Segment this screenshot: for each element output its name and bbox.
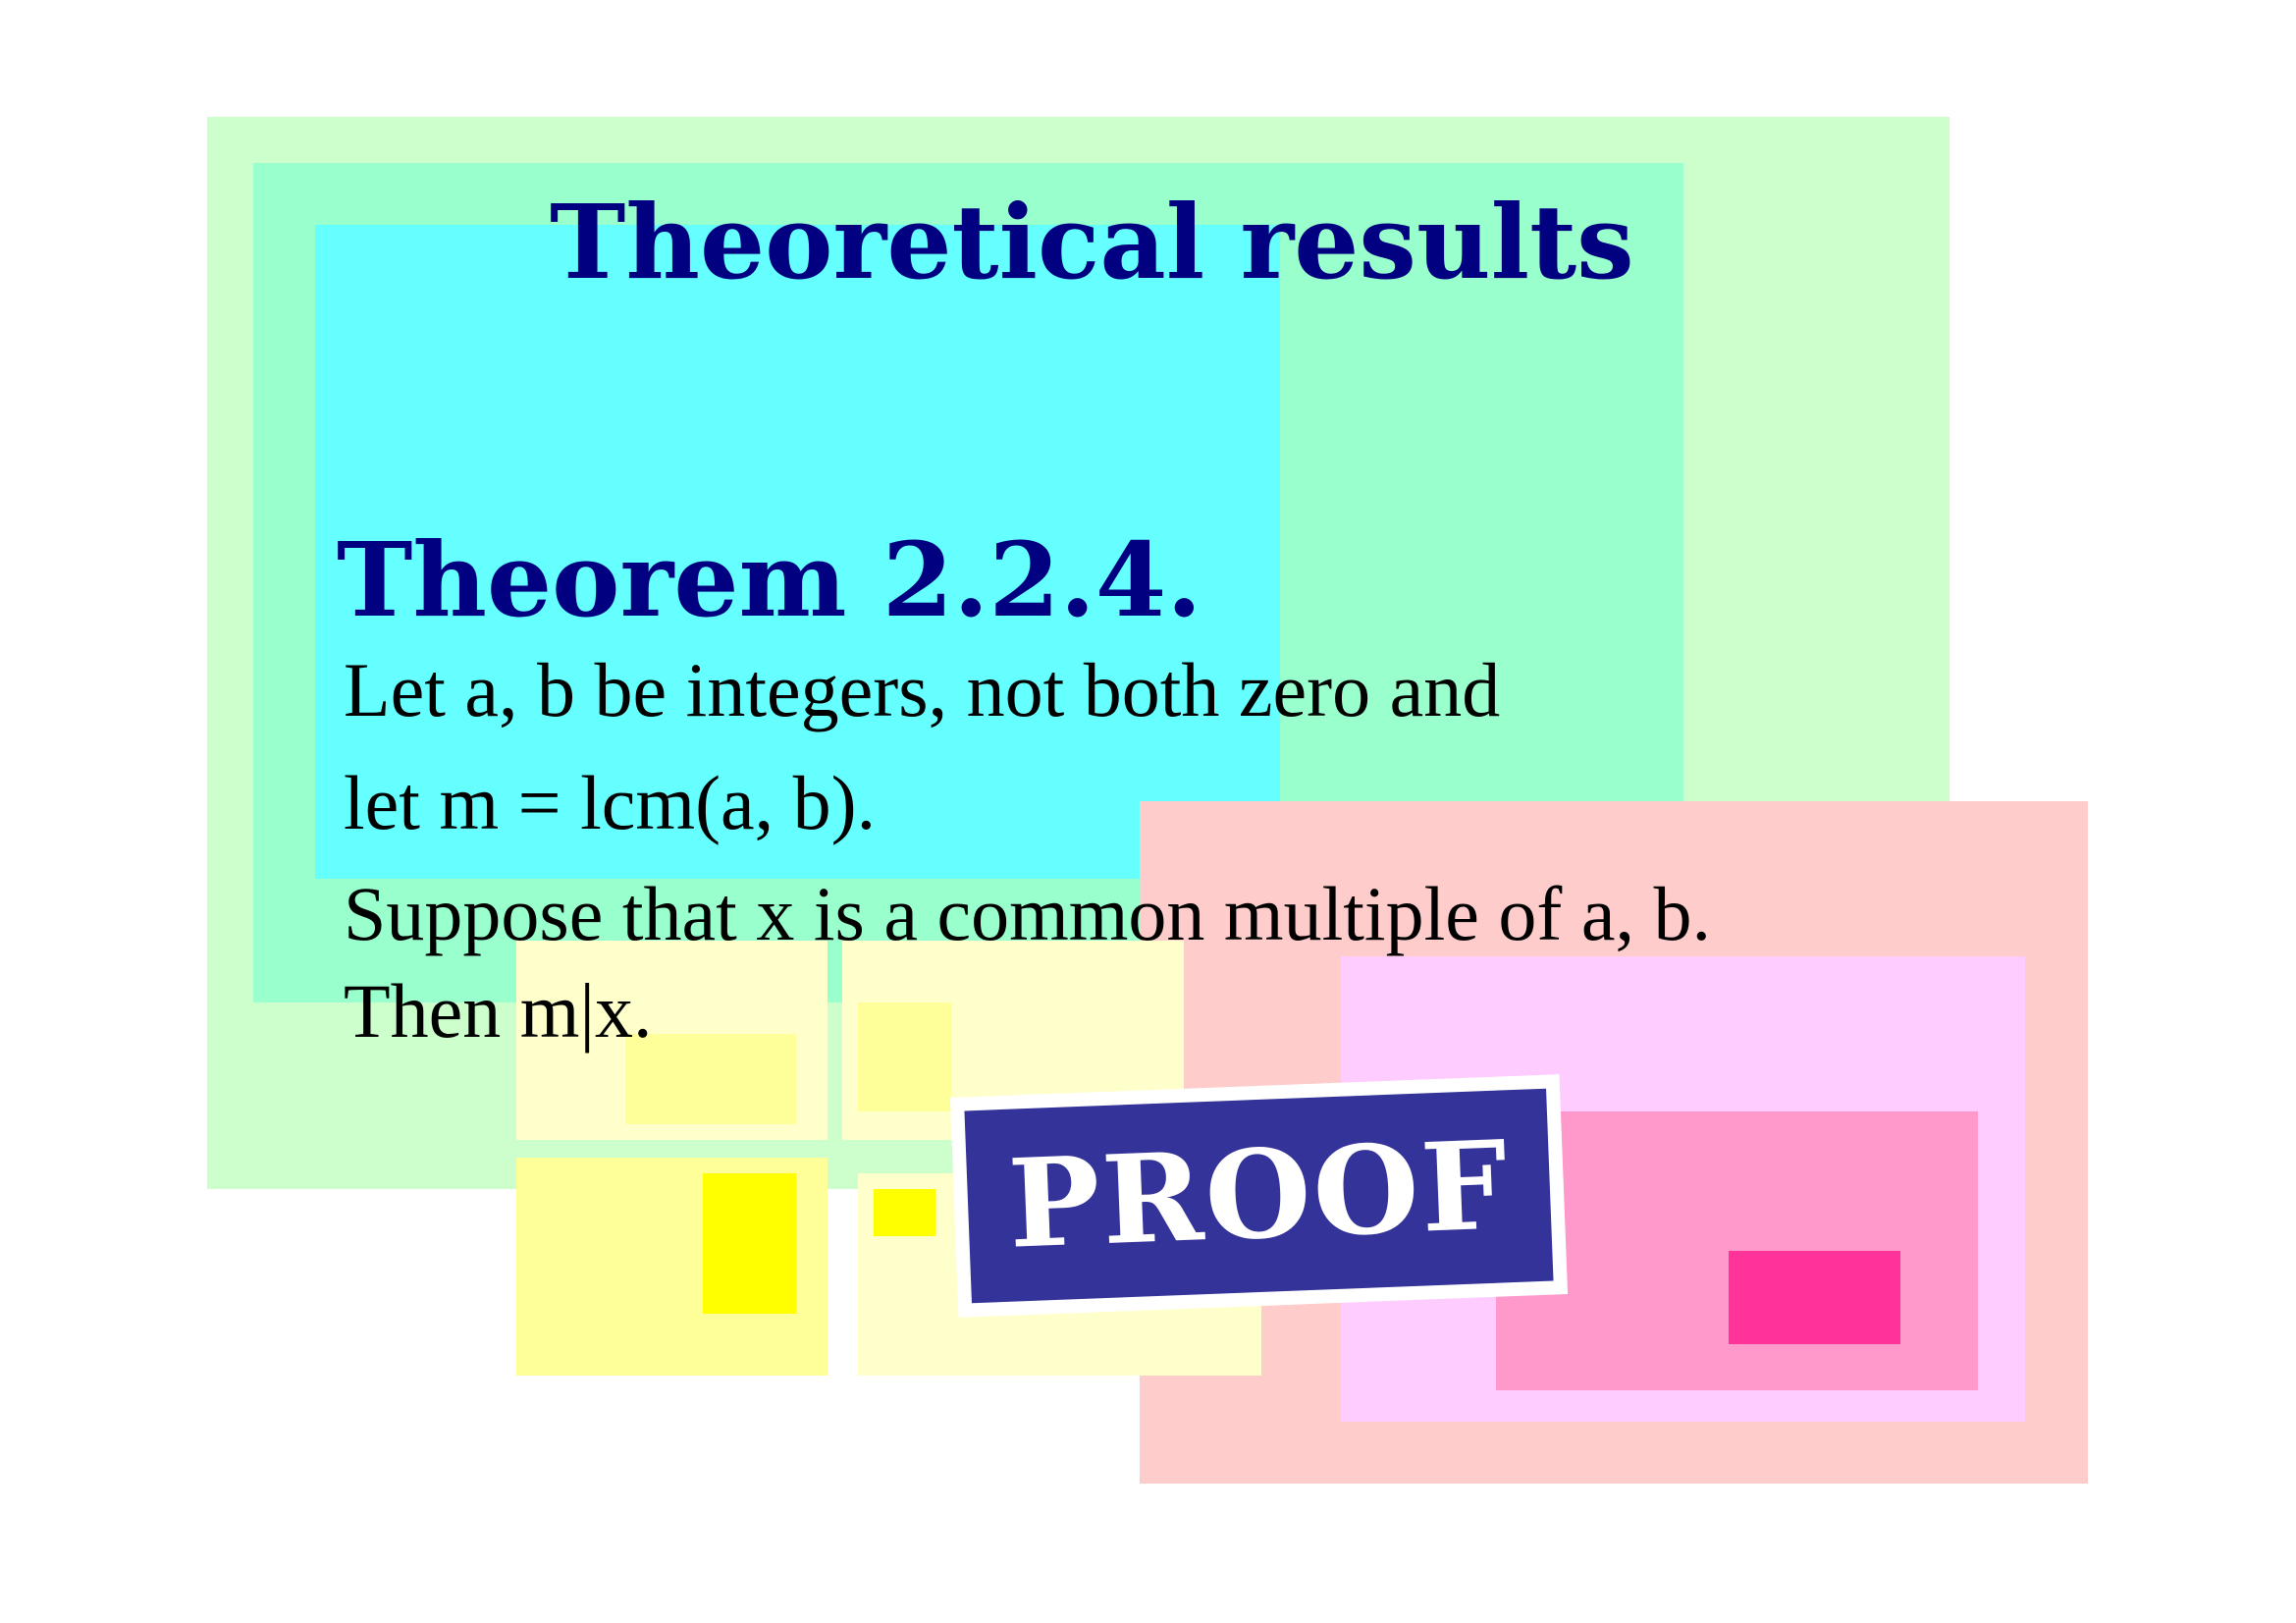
proof-button-label: PROOF xyxy=(1005,1114,1513,1276)
slide: Theoretical results Theorem 2.2.4. Let a… xyxy=(0,0,2296,1623)
theorem-statement-line: Then m|x. xyxy=(344,968,653,1054)
slide-title: Theoretical results xyxy=(550,182,1634,302)
decor-magenta-block xyxy=(1729,1251,1900,1344)
theorem-statement-line: Let a, b be integers, not both zero and xyxy=(344,647,1501,732)
proof-button-face: PROOF xyxy=(964,1088,1554,1304)
decor-yellow-block xyxy=(858,1002,951,1111)
decor-yellow-block xyxy=(703,1173,796,1314)
decor-yellow-block xyxy=(874,1189,935,1236)
theorem-heading: Theorem 2.2.4. xyxy=(337,519,1202,640)
theorem-statement-line: let m = lcm(a, b). xyxy=(344,760,877,845)
proof-button[interactable]: PROOF xyxy=(949,1074,1569,1318)
theorem-statement-line: Suppose that x is a common multiple of a… xyxy=(344,871,1711,956)
